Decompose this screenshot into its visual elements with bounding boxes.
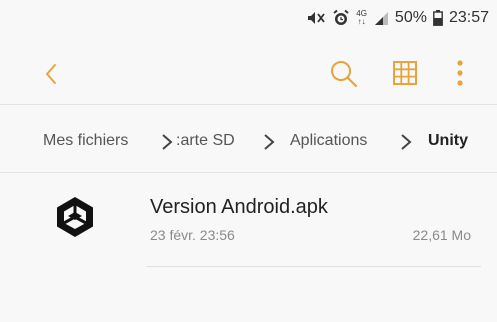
signal-icon (373, 10, 389, 26)
file-date: 23 févr. 23:56 (150, 227, 235, 243)
unity-logo-icon (57, 197, 93, 237)
alarm-icon (332, 9, 350, 27)
list-item-divider (146, 266, 481, 267)
more-options-button[interactable] (448, 56, 472, 90)
breadcrumb-item-aplications[interactable]: Aplications (290, 132, 367, 150)
breadcrumb-item-unity[interactable]: Unity (428, 132, 468, 150)
clock: 23:57 (448, 9, 489, 26)
breadcrumb-item-mes-fichiers[interactable]: Mes fichiers (43, 132, 128, 150)
chevron-left-icon (46, 64, 56, 84)
file-manager-screen: 4G ↑↓ 50% 23:57 Mes fichiers:arte SD Ap… (0, 0, 497, 322)
mute-icon (306, 10, 326, 26)
chevron-right-icon (264, 134, 275, 150)
back-button[interactable] (38, 60, 66, 88)
chevron-right-icon (162, 134, 173, 150)
breadcrumb-divider (0, 172, 497, 173)
file-list-item[interactable]: Version Android.apk 23 févr. 23:56 22,61… (0, 184, 497, 270)
search-icon (331, 61, 358, 88)
chevron-right-icon (401, 134, 412, 150)
file-size: 22,61 Mo (412, 227, 471, 243)
breadcrumb-item-carte-sd[interactable]: :arte SD (176, 132, 235, 150)
network-activity-arrows: ↑↓ (357, 17, 366, 26)
network-type-icon: 4G ↑↓ (356, 10, 367, 26)
status-bar: 4G ↑↓ 50% 23:57 (0, 0, 497, 36)
breadcrumb: Mes fichiers :arte SD Aplications Unity (0, 128, 497, 156)
file-name: Version Android.apk (150, 196, 328, 218)
more-vertical-icon (457, 60, 463, 86)
battery-percent: 50% (394, 9, 427, 26)
battery-icon (433, 10, 443, 26)
grid-view-icon (393, 61, 417, 85)
toolbar (0, 50, 497, 98)
grid-view-button[interactable] (390, 58, 420, 88)
search-button[interactable] (328, 58, 360, 90)
toolbar-divider (0, 104, 497, 105)
